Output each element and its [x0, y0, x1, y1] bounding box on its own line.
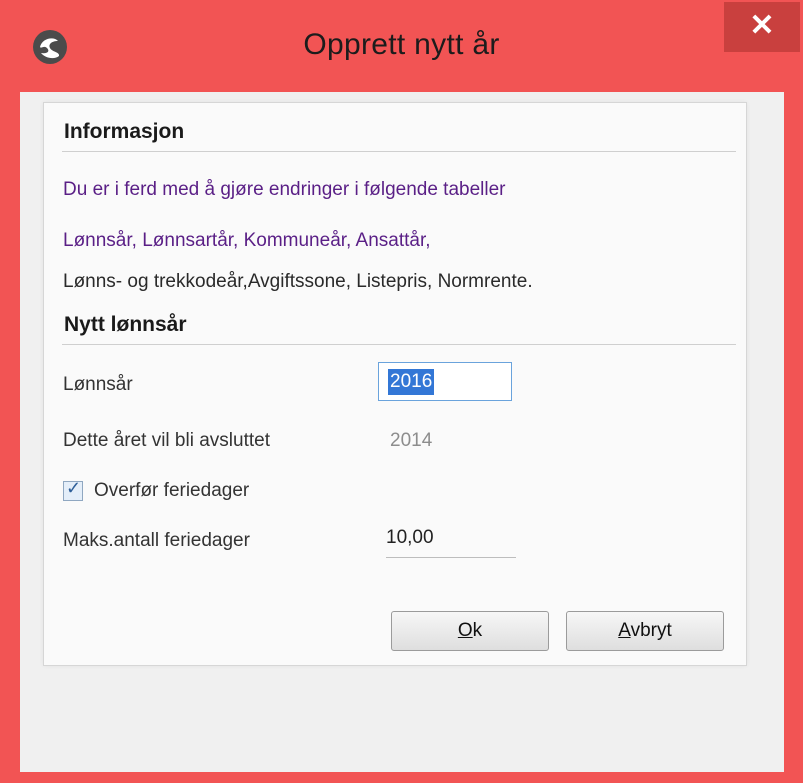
close-icon: ✕ [749, 9, 775, 42]
section-divider [62, 344, 736, 345]
closed-year-label: Dette året vil bli avsluttet [63, 430, 270, 451]
transfer-vacation-checkbox[interactable]: ✓ [63, 478, 83, 501]
form-panel: Informasjon Du er i ferd med å gjøre end… [43, 102, 747, 666]
cancel-button[interactable]: Avbryt [566, 611, 724, 651]
dialog-title: Opprett nytt år [303, 28, 500, 61]
info-tables-line2: Lønns- og trekkodeår,Avgiftssone, Listep… [63, 271, 533, 292]
title-bar[interactable]: Opprett nytt år ✕ [0, 0, 803, 92]
section-heading-information: Informasjon [64, 120, 185, 143]
ok-button[interactable]: Ok [391, 611, 549, 651]
checkmark-icon: ✓ [66, 478, 82, 498]
close-button[interactable]: ✕ [724, 2, 800, 52]
section-heading-new-year: Nytt lønnsår [64, 313, 187, 336]
max-vacation-days-label: Maks.antall feriedager [63, 530, 250, 551]
max-vacation-days-field[interactable]: 10,00 [386, 527, 516, 558]
dialog-window: Opprett nytt år ✕ Informasjon Du er i fe… [0, 0, 803, 783]
dialog-client-area: Informasjon Du er i ferd med å gjøre end… [20, 92, 784, 772]
lonnsar-label: Lønnsår [63, 374, 133, 395]
info-tables-line1: Lønnsår, Lønnsartår, Kommuneår, Ansattår… [63, 230, 431, 251]
lonnsar-input[interactable]: 2016 [378, 362, 512, 401]
transfer-vacation-label[interactable]: Overfør feriedager [94, 480, 249, 502]
lonnsar-input-value: 2016 [388, 369, 435, 395]
closed-year-value: 2014 [390, 430, 433, 451]
info-intro-text: Du er i ferd med å gjøre endringer i føl… [63, 179, 506, 200]
section-divider [62, 151, 736, 152]
